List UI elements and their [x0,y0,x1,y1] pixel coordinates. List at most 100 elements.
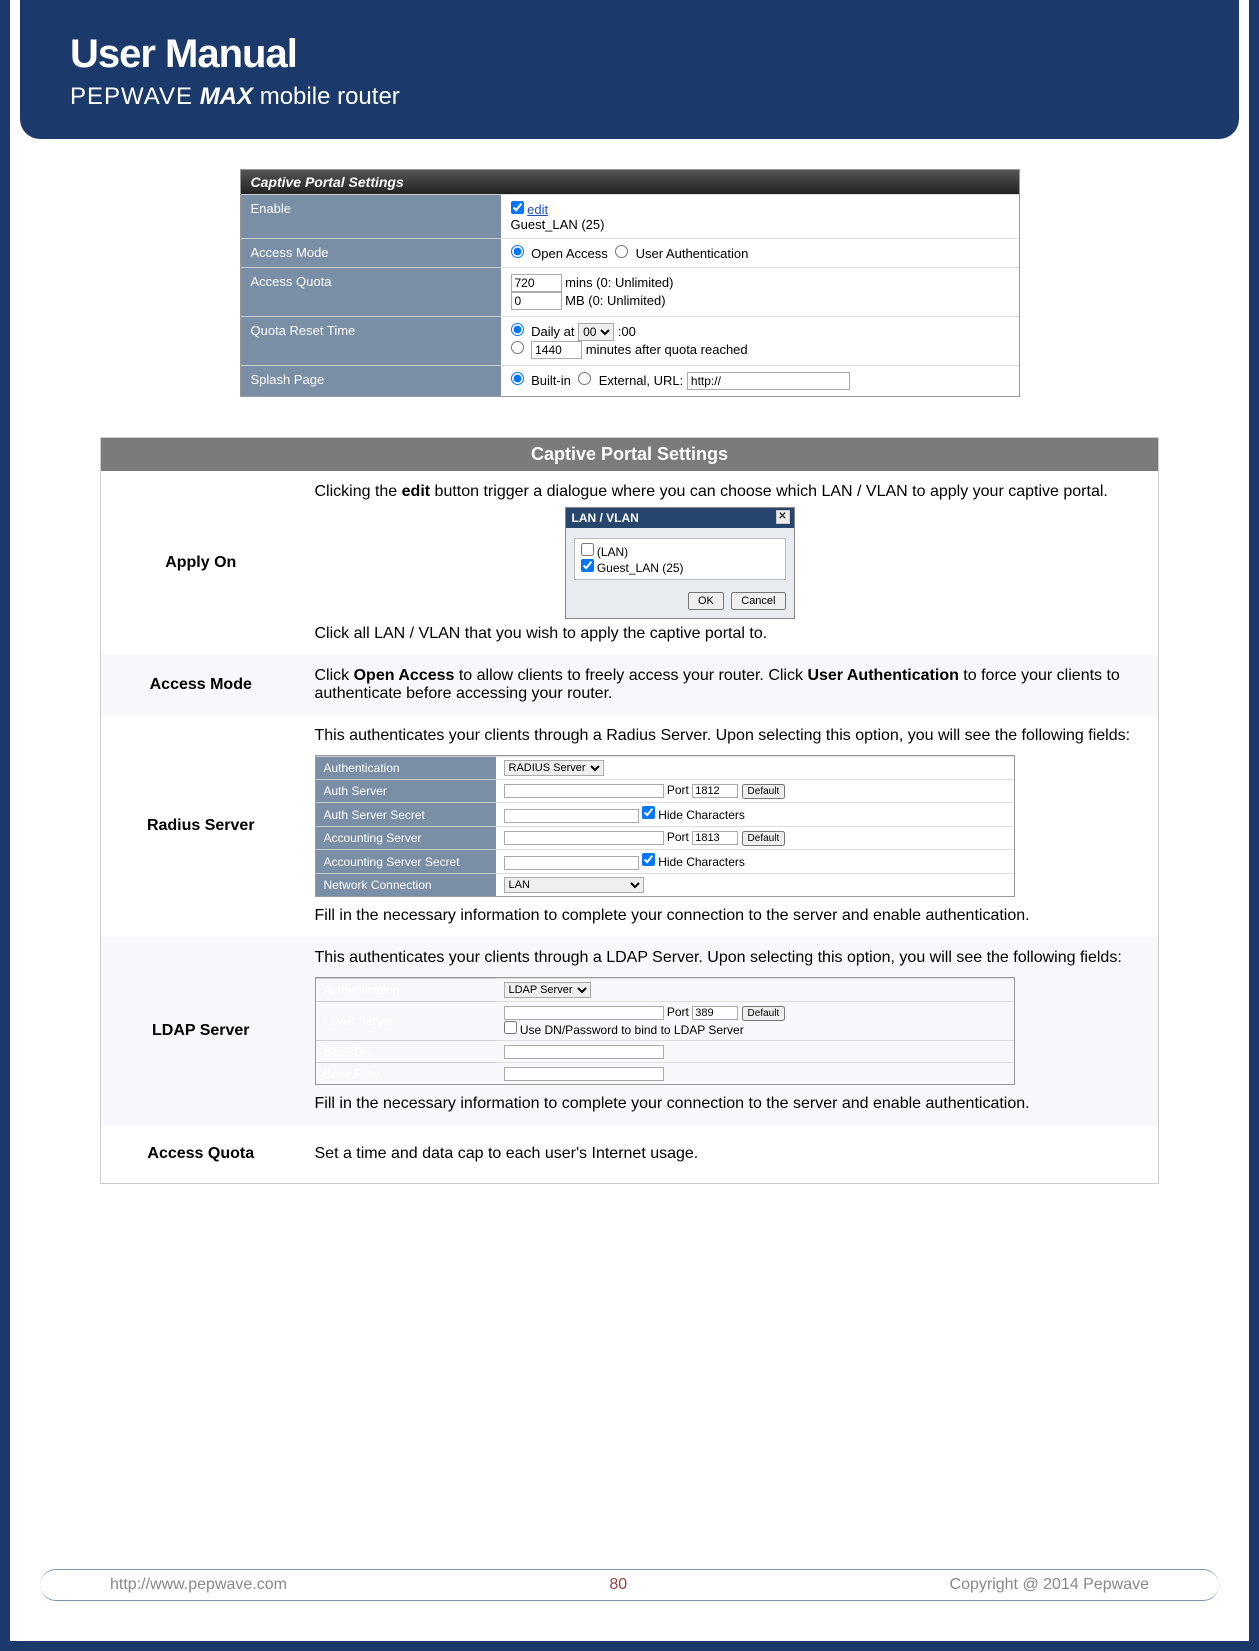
daily-at-text: Daily at [531,324,574,339]
table-row: LDAP Server This authenticates your clie… [101,937,1159,1125]
lan-option: (LAN) [597,545,628,559]
daily-hour-suffix: :00 [618,324,636,339]
auth-port-input[interactable] [692,784,738,798]
access-quota-label: Access Quota [241,268,501,317]
minutes-after-text: minutes after quota reached [586,342,748,357]
cancel-button[interactable]: Cancel [731,592,785,610]
ok-button[interactable]: OK [688,592,724,610]
radius-head-text: Radius Server [147,817,255,834]
daily-hour-select[interactable]: 00 [578,323,614,341]
base-filter-label: Base Filter [316,1063,496,1085]
quota-mins-suffix: mins (0: Unlimited) [565,275,673,290]
content-area: Captive Portal Settings Enable edit Gues… [10,139,1249,1304]
port-label: Port [667,783,689,797]
radius-intro: This authenticates your clients through … [315,727,1145,745]
quota-mb-input[interactable] [511,292,562,310]
apply-on-text-c: button trigger a dialogue where you can … [430,483,1108,500]
am-c: to allow clients to freely access your r… [454,667,807,684]
external-radio[interactable] [578,372,591,385]
splash-page-label: Splash Page [241,366,501,397]
ldap-default-button[interactable]: Default [742,1006,786,1021]
quota-reset-cell: Daily at 00 :00 minutes after quota reac… [501,317,1019,366]
desc-header: Captive Portal Settings [101,438,1159,472]
open-access-radio[interactable] [511,245,524,258]
doc-header: User Manual PEPWAVE MAX mobile router [20,0,1239,139]
auth-server-input[interactable] [504,784,664,798]
hide-chars-cb1[interactable] [642,806,655,819]
ldap-head: LDAP Server [101,937,301,1125]
product-tagline: mobile router [260,83,400,110]
apply-on-text-a: Clicking the [315,483,402,500]
minutes-after-radio[interactable] [511,341,524,354]
apply-on-head: Apply On [101,471,301,655]
acct-port-input[interactable] [692,831,738,845]
am-a: Click [315,667,354,684]
table-row: Apply On Clicking the edit button trigge… [101,471,1159,655]
am-b: Open Access [354,667,455,684]
access-quota-cell: mins (0: Unlimited) MB (0: Unlimited) [501,268,1019,317]
acct-server-input[interactable] [504,831,664,845]
default-button-2[interactable]: Default [742,831,786,846]
ldap-server-input[interactable] [504,1006,664,1020]
close-icon[interactable]: ✕ [776,510,790,524]
apply-on-outro: Click all LAN / VLAN that you wish to ap… [315,625,1145,643]
ldap-auth-select[interactable]: LDAP Server [504,982,591,998]
ldap-port-label: Port [667,1005,689,1019]
footer-bar: http://www.pepwave.com 80 Copyright @ 20… [40,1569,1219,1601]
panel-header: Captive Portal Settings [241,170,1019,194]
ldap-body: This authenticates your clients through … [301,937,1159,1125]
lan-checkbox[interactable] [581,543,594,556]
apply-on-edit-bold: edit [402,483,430,500]
daily-radio[interactable] [511,323,524,336]
use-dn-checkbox[interactable] [504,1021,517,1034]
settings-table: Enable edit Guest_LAN (25) Access Mode O… [241,194,1019,396]
dialog-bar: LAN / VLAN ✕ [566,508,794,528]
default-button[interactable]: Default [742,784,786,799]
net-conn-select[interactable]: LAN [504,877,644,893]
acct-secret-label: Accounting Server Secret [316,850,496,874]
splash-page-cell: Built-in External, URL: [501,366,1019,397]
copyright: Copyright @ 2014 Pepwave [950,1576,1149,1594]
base-dn-input[interactable] [504,1045,664,1059]
acct-server-label: Accounting Server [316,827,496,850]
acct-secret-input[interactable] [504,856,639,870]
port-label-2: Port [667,830,689,844]
hide-chars-cb2[interactable] [642,853,655,866]
apply-on-body: Clicking the edit button trigger a dialo… [301,471,1159,655]
table-row: Access Quota Set a time and data cap to … [101,1125,1159,1184]
footer-url: http://www.pepwave.com [110,1576,287,1594]
enable-label: Enable [241,195,501,239]
access-quota-body: Set a time and data cap to each user's I… [301,1125,1159,1184]
captive-portal-panel: Captive Portal Settings Enable edit Gues… [240,169,1020,397]
enable-vlan: Guest_LAN (25) [511,217,605,232]
auth-label: Authentication [316,757,496,780]
auth-select[interactable]: RADIUS Server [504,760,604,776]
base-filter-input[interactable] [504,1067,664,1081]
ldap-auth-label: Authentication [316,979,496,1002]
brand-text: PEPWAVE [70,83,193,110]
guest-lan-option: Guest_LAN (25) [597,561,684,575]
user-auth-text: User Authentication [636,246,749,261]
enable-cell: edit Guest_LAN (25) [501,195,1019,239]
quota-mins-input[interactable] [511,274,562,292]
hide-chars-2: Hide Characters [658,855,745,869]
builtin-text: Built-in [531,373,571,388]
ldap-intro: This authenticates your clients through … [315,949,1145,967]
hide-chars-1: Hide Characters [658,808,745,822]
footer: http://www.pepwave.com 80 Copyright @ 20… [10,1569,1249,1601]
dialog-title: LAN / VLAN [572,511,639,525]
minutes-after-input[interactable] [531,341,582,359]
radius-head: Radius Server [101,715,301,937]
ldap-port-input[interactable] [692,1006,738,1020]
dialog-buttons: OK Cancel [566,588,794,618]
auth-secret-input[interactable] [504,809,639,823]
builtin-radio[interactable] [511,372,524,385]
access-mode-label: Access Mode [241,239,501,268]
external-url-input[interactable] [687,372,850,390]
guest-lan-checkbox[interactable] [581,559,594,572]
edit-link[interactable]: edit [527,202,548,217]
user-auth-radio[interactable] [615,245,628,258]
enable-checkbox[interactable] [511,201,524,214]
access-mode-head: Access Mode [101,655,301,715]
product-model: MAX [200,83,253,110]
